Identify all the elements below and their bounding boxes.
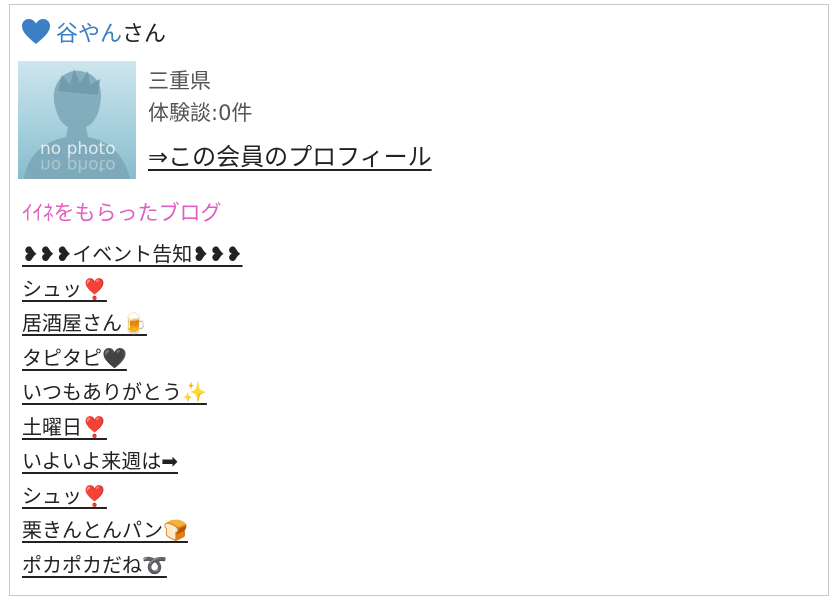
list-item: 土曜日❣️ — [22, 410, 243, 445]
list-item: ポカポカだね➰ — [22, 548, 243, 583]
heart-icon — [22, 19, 50, 45]
blog-link[interactable]: 栗きんとんパン🍞 — [22, 518, 188, 542]
blog-link[interactable]: シュッ❣️ — [22, 484, 107, 508]
prefecture-text: 三重県 — [148, 69, 211, 93]
list-item: シュッ❣️ — [22, 272, 243, 307]
blog-link[interactable]: タピタピ🖤 — [22, 346, 127, 370]
no-photo-avatar[interactable]: no photo no photo — [18, 61, 136, 179]
list-item: いよいよ来週は➡ — [22, 444, 243, 479]
blog-link[interactable]: ❥❥❥イベント告知❥❥❥ — [22, 242, 243, 266]
blog-link[interactable]: シュッ❣️ — [22, 277, 107, 301]
liked-blogs-list: ❥❥❥イベント告知❥❥❥ シュッ❣️ 居酒屋さん🍺 タピタピ🖤 いつもありがとう… — [22, 237, 243, 582]
member-name-link[interactable]: 谷やん — [56, 16, 122, 48]
liked-blogs-heading: ｲｲﾈをもらったブログ — [22, 201, 222, 225]
list-item: ❥❥❥イベント告知❥❥❥ — [22, 237, 243, 272]
blog-link[interactable]: いよいよ来週は➡ — [22, 449, 178, 473]
member-header: 谷やん さん — [22, 17, 166, 47]
list-item: いつもありがとう✨ — [22, 375, 243, 410]
blog-link[interactable]: ポカポカだね➰ — [22, 553, 167, 577]
blog-link[interactable]: 居酒屋さん🍺 — [22, 311, 147, 335]
member-name-suffix: さん — [122, 22, 167, 47]
member-card: 谷やん さん no photo no photo 三重県 体験談:0件 ⇒この会… — [9, 4, 829, 596]
profile-summary: no photo no photo 三重県 体験談:0件 ⇒この会員のプロフィー… — [18, 61, 432, 179]
member-profile-link[interactable]: ⇒この会員のプロフィール — [148, 141, 432, 173]
list-item: 居酒屋さん🍺 — [22, 306, 243, 341]
list-item: 栗きんとんパン🍞 — [22, 513, 243, 548]
profile-info: 三重県 体験談:0件 ⇒この会員のプロフィール — [148, 65, 432, 179]
blog-link[interactable]: いつもありがとう✨ — [22, 380, 207, 404]
blog-link[interactable]: 土曜日❣️ — [22, 415, 107, 439]
experience-count-text: 体験談:0件 — [148, 101, 253, 125]
photo-placeholder-reflection: no photo — [40, 155, 116, 175]
list-item: タピタピ🖤 — [22, 341, 243, 376]
list-item: シュッ❣️ — [22, 479, 243, 514]
